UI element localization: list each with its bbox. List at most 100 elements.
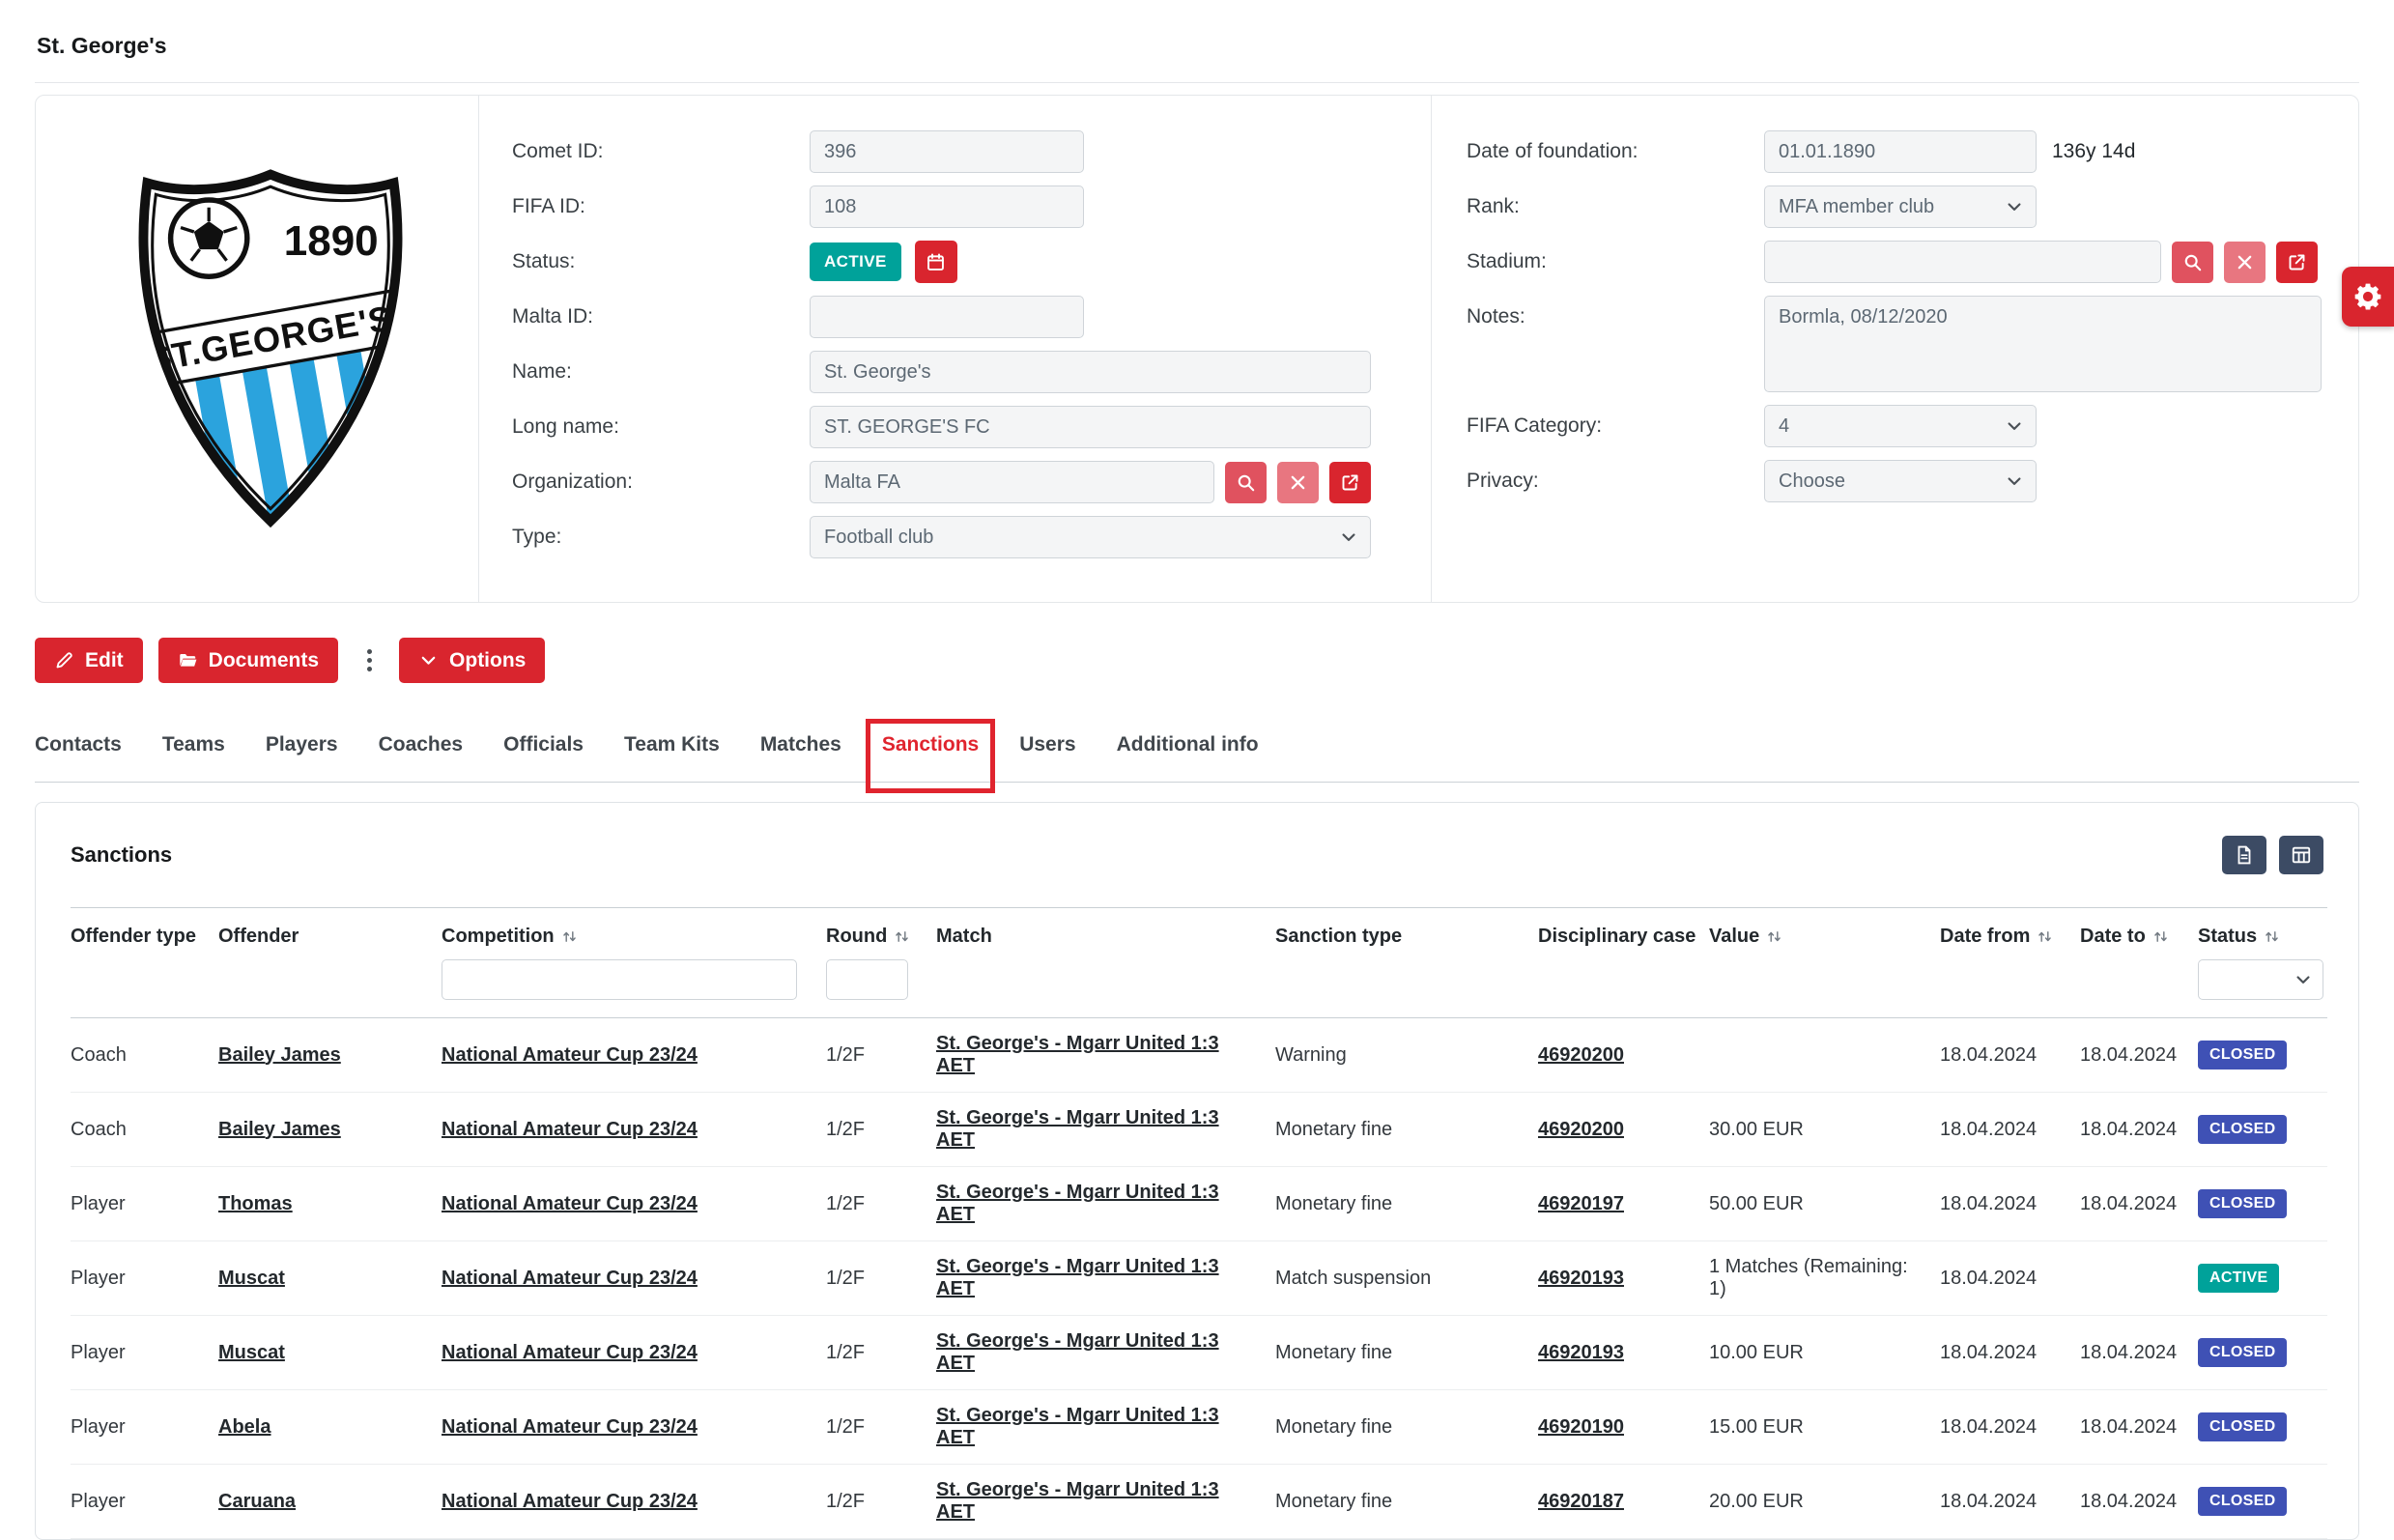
stadium-input[interactable] [1764, 241, 2161, 283]
search-icon [2182, 252, 2203, 272]
col-offender-type: Offender type [71, 908, 218, 958]
cell-value: 10.00 EUR [1709, 1316, 1940, 1390]
offender-link[interactable]: Abela [218, 1416, 271, 1438]
table-header-row: Offender type Offender Competition Round… [71, 908, 2327, 958]
tab-officials[interactable]: Officials [503, 733, 584, 782]
privacy-select[interactable]: Choose [1764, 460, 2037, 502]
offender-link[interactable]: Muscat [218, 1342, 285, 1363]
fifa-id-input[interactable] [810, 185, 1084, 228]
match-link[interactable]: St. George's - Mgarr United 1:3 AET [936, 1182, 1219, 1225]
col-date-to[interactable]: Date to [2080, 908, 2198, 958]
disciplinary-case-link[interactable]: 46920187 [1538, 1491, 1624, 1512]
offender-link[interactable]: Bailey James [218, 1044, 341, 1066]
crest-year: 1890 [284, 217, 379, 265]
offender-link[interactable]: Muscat [218, 1268, 285, 1289]
match-link[interactable]: St. George's - Mgarr United 1:3 AET [936, 1479, 1219, 1523]
cell-date-to: 18.04.2024 [2080, 1093, 2198, 1167]
cell-offender-type: Coach [71, 1018, 218, 1093]
cell-disciplinary-case: 46920193 [1538, 1241, 1709, 1316]
organization-clear-button[interactable] [1277, 462, 1319, 503]
tab-sanctions[interactable]: Sanctions [882, 733, 979, 782]
match-link[interactable]: St. George's - Mgarr United 1:3 AET [936, 1405, 1219, 1448]
tab-contacts[interactable]: Contacts [35, 733, 122, 782]
round-filter-input[interactable] [826, 959, 908, 1000]
name-input[interactable] [810, 351, 1371, 393]
competition-link[interactable]: National Amateur Cup 23/24 [442, 1044, 698, 1066]
tab-users[interactable]: Users [1019, 733, 1075, 782]
match-link[interactable]: St. George's - Mgarr United 1:3 AET [936, 1033, 1219, 1076]
type-select[interactable]: Football club [810, 516, 1371, 558]
competition-link[interactable]: National Amateur Cup 23/24 [442, 1416, 698, 1438]
offender-link[interactable]: Bailey James [218, 1119, 341, 1140]
status-filter-select[interactable] [2198, 959, 2323, 1000]
col-competition[interactable]: Competition [442, 908, 826, 958]
cell-offender: Caruana [218, 1465, 442, 1539]
col-value[interactable]: Value [1709, 908, 1940, 958]
match-link[interactable]: St. George's - Mgarr United 1:3 AET [936, 1256, 1219, 1299]
cell-offender-type: Player [71, 1316, 218, 1390]
foundation-date-input[interactable] [1764, 130, 2037, 173]
sort-icon[interactable] [2037, 928, 2053, 945]
sort-icon[interactable] [561, 928, 578, 945]
cell-sanction-type: Monetary fine [1275, 1465, 1538, 1539]
disciplinary-case-link[interactable]: 46920200 [1538, 1119, 1624, 1140]
notes-textarea[interactable]: Bormla, 08/12/2020 [1764, 296, 2322, 392]
stadium-open-button[interactable] [2276, 242, 2318, 283]
tab-matches[interactable]: Matches [760, 733, 841, 782]
disciplinary-case-link[interactable]: 46920190 [1538, 1416, 1624, 1438]
competition-filter-input[interactable] [442, 959, 797, 1000]
sort-icon[interactable] [2152, 928, 2169, 945]
cell-value [1709, 1018, 1940, 1093]
comet-id-input[interactable] [810, 130, 1084, 173]
rank-select[interactable]: MFA member club [1764, 185, 2037, 228]
columns-button[interactable] [2279, 836, 2323, 874]
malta-id-input[interactable] [810, 296, 1084, 338]
status-label: Status: [512, 250, 810, 273]
long-name-input[interactable] [810, 406, 1371, 448]
more-actions-button[interactable] [354, 649, 385, 671]
match-link[interactable]: St. George's - Mgarr United 1:3 AET [936, 1330, 1219, 1374]
disciplinary-case-link[interactable]: 46920193 [1538, 1268, 1624, 1289]
tab-sanctions-label: Sanctions [882, 733, 979, 756]
settings-gear-button[interactable] [2342, 267, 2394, 327]
competition-link[interactable]: National Amateur Cup 23/24 [442, 1193, 698, 1214]
malta-id-label: Malta ID: [512, 305, 810, 328]
col-round[interactable]: Round [826, 908, 936, 958]
cell-sanction-type: Monetary fine [1275, 1390, 1538, 1465]
organization-search-button[interactable] [1225, 462, 1267, 503]
stadium-clear-button[interactable] [2224, 242, 2266, 283]
tab-players[interactable]: Players [266, 733, 338, 782]
disciplinary-case-link[interactable]: 46920200 [1538, 1044, 1624, 1066]
cell-offender-type: Player [71, 1167, 218, 1241]
documents-button[interactable]: Documents [158, 638, 338, 683]
col-status[interactable]: Status [2198, 908, 2327, 958]
competition-link[interactable]: National Amateur Cup 23/24 [442, 1342, 698, 1363]
sort-icon[interactable] [894, 928, 910, 945]
col-date-from[interactable]: Date from [1940, 908, 2080, 958]
match-link[interactable]: St. George's - Mgarr United 1:3 AET [936, 1107, 1219, 1151]
tab-teams[interactable]: Teams [162, 733, 225, 782]
export-button[interactable] [2222, 836, 2266, 874]
organization-input[interactable] [810, 461, 1214, 503]
disciplinary-case-link[interactable]: 46920193 [1538, 1342, 1624, 1363]
rank-select-value: MFA member club [1779, 196, 1934, 218]
tab-coaches[interactable]: Coaches [379, 733, 464, 782]
status-badge: CLOSED [2198, 1115, 2287, 1144]
offender-link[interactable]: Thomas [218, 1193, 293, 1214]
disciplinary-case-link[interactable]: 46920197 [1538, 1193, 1624, 1214]
sort-icon[interactable] [1766, 928, 1782, 945]
status-history-button[interactable] [915, 241, 957, 283]
sort-icon[interactable] [2264, 928, 2280, 945]
edit-button[interactable]: Edit [35, 638, 143, 683]
offender-link[interactable]: Caruana [218, 1491, 296, 1512]
competition-link[interactable]: National Amateur Cup 23/24 [442, 1119, 698, 1140]
competition-link[interactable]: National Amateur Cup 23/24 [442, 1268, 698, 1289]
options-button[interactable]: Options [399, 638, 545, 683]
tab-team-kits[interactable]: Team Kits [624, 733, 720, 782]
organization-open-button[interactable] [1329, 462, 1371, 503]
stadium-search-button[interactable] [2172, 242, 2213, 283]
tab-additional-info[interactable]: Additional info [1117, 733, 1259, 782]
fifa-category-select[interactable]: 4 [1764, 405, 2037, 447]
cell-disciplinary-case: 46920197 [1538, 1167, 1709, 1241]
competition-link[interactable]: National Amateur Cup 23/24 [442, 1491, 698, 1512]
